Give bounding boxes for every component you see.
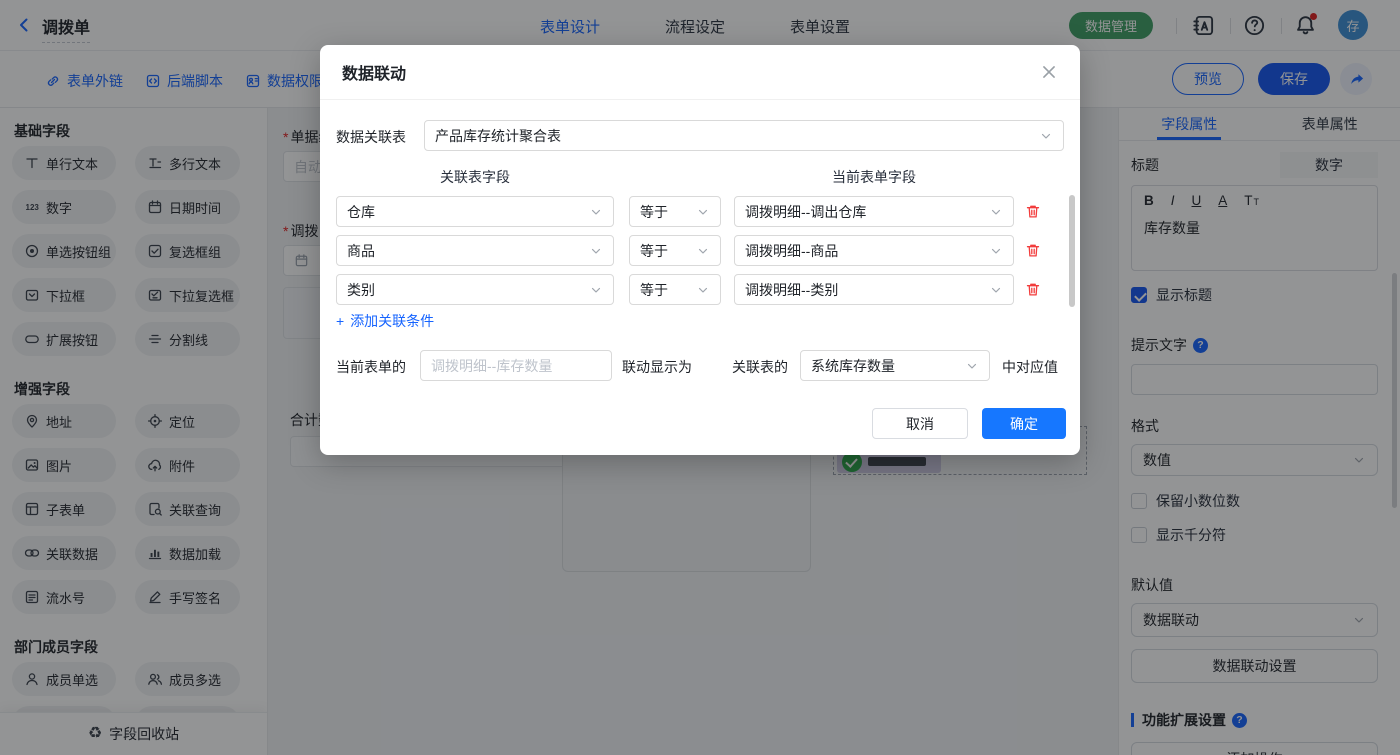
column-header-left: 关联表字段 bbox=[440, 167, 510, 187]
column-header-right: 当前表单字段 bbox=[832, 167, 916, 187]
dialog-title: 数据联动 bbox=[342, 60, 406, 84]
condition-operator-select[interactable]: 等于 bbox=[629, 274, 721, 305]
delete-condition-icon[interactable] bbox=[1025, 281, 1041, 298]
chevron-down-icon bbox=[989, 244, 1003, 258]
condition-operator-value: 等于 bbox=[640, 202, 668, 222]
dialog-header: 数据联动 bbox=[320, 45, 1080, 100]
condition-target-value: 调拨明细--类别 bbox=[745, 280, 838, 300]
dialog-scrollbar[interactable] bbox=[1069, 195, 1075, 307]
delete-condition-icon[interactable] bbox=[1025, 242, 1041, 259]
close-icon[interactable] bbox=[1040, 63, 1058, 81]
condition-target-select[interactable]: 调拨明细--类别 bbox=[734, 274, 1014, 305]
chevron-down-icon bbox=[696, 244, 710, 258]
confirm-button[interactable]: 确定 bbox=[982, 408, 1066, 439]
cancel-button[interactable]: 取消 bbox=[872, 408, 968, 439]
condition-operator-value: 等于 bbox=[640, 280, 668, 300]
relation-field-value: 系统库存数量 bbox=[811, 356, 895, 376]
condition-target-select[interactable]: 调拨明细--调出仓库 bbox=[734, 196, 1014, 227]
chevron-down-icon bbox=[989, 205, 1003, 219]
add-condition-label: 添加关联条件 bbox=[350, 311, 434, 331]
relation-table-select[interactable]: 产品库存统计聚合表 bbox=[424, 120, 1064, 151]
chevron-down-icon bbox=[696, 283, 710, 297]
relation-of-label: 关联表的 bbox=[732, 357, 788, 377]
condition-target-value: 调拨明细--调出仓库 bbox=[745, 202, 866, 222]
form-designer-screen: 调拨单 表单设计 流程设定 表单设置 数据管理 存 表单外链 后端脚本 bbox=[0, 0, 1400, 755]
chevron-down-icon bbox=[589, 205, 603, 219]
condition-operator-value: 等于 bbox=[640, 241, 668, 261]
condition-field-value: 商品 bbox=[347, 241, 375, 261]
condition-field-value: 仓库 bbox=[347, 202, 375, 222]
condition-operator-select[interactable]: 等于 bbox=[629, 196, 721, 227]
current-field-input[interactable] bbox=[420, 350, 612, 381]
current-form-label: 当前表单的 bbox=[336, 357, 406, 377]
condition-operator-select[interactable]: 等于 bbox=[629, 235, 721, 266]
condition-field-select[interactable]: 仓库 bbox=[336, 196, 614, 227]
chevron-down-icon bbox=[965, 359, 979, 373]
condition-target-value: 调拨明细--商品 bbox=[745, 241, 838, 261]
matching-value-label: 中对应值 bbox=[1002, 357, 1058, 377]
chevron-down-icon bbox=[696, 205, 710, 219]
chevron-down-icon bbox=[589, 244, 603, 258]
condition-field-value: 类别 bbox=[347, 280, 375, 300]
condition-field-select[interactable]: 类别 bbox=[336, 274, 614, 305]
add-condition-link[interactable]: + 添加关联条件 bbox=[336, 311, 434, 331]
relation-table-label: 数据关联表 bbox=[336, 127, 406, 147]
chevron-down-icon bbox=[989, 283, 1003, 297]
condition-target-select[interactable]: 调拨明细--商品 bbox=[734, 235, 1014, 266]
plus-icon: + bbox=[336, 313, 344, 329]
relation-field-select[interactable]: 系统库存数量 bbox=[800, 350, 990, 381]
condition-field-select[interactable]: 商品 bbox=[336, 235, 614, 266]
relation-table-value: 产品库存统计聚合表 bbox=[435, 126, 561, 146]
data-linkage-dialog: 数据联动 数据关联表 产品库存统计聚合表 关联表字段 当前表单字段 仓库 等于 … bbox=[320, 45, 1080, 455]
chevron-down-icon bbox=[589, 283, 603, 297]
delete-condition-icon[interactable] bbox=[1025, 203, 1041, 220]
display-as-label: 联动显示为 bbox=[622, 357, 692, 377]
chevron-down-icon bbox=[1039, 129, 1053, 143]
